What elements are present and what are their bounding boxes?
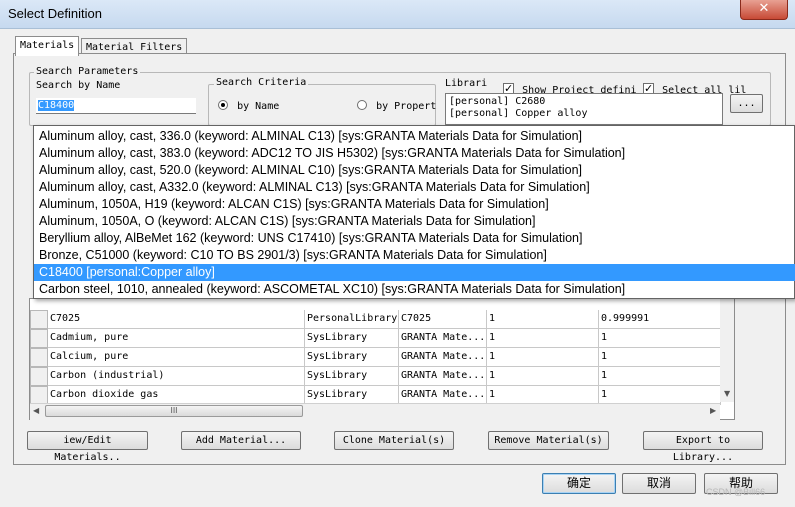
ok-button[interactable]: 确定 (542, 473, 616, 494)
search-name-value: C18400 (38, 100, 75, 111)
dropdown-option[interactable]: Aluminum alloy, cast, 520.0 (keyword: AL… (39, 162, 791, 179)
dropdown-option[interactable]: Beryllium alloy, AlBeMet 162 (keyword: U… (39, 230, 791, 247)
tab-material-filters-label: Material Filters (86, 42, 183, 53)
tab-materials-label: Materials (20, 40, 75, 51)
by-property-radio[interactable]: by Propert (357, 94, 436, 113)
table-cell[interactable]: GRANTA Mate... (399, 348, 487, 367)
scroll-left-icon[interactable]: ◀ (33, 406, 39, 415)
table-cell[interactable]: 1 (487, 329, 599, 348)
scroll-thumb[interactable]: III (45, 405, 303, 417)
scroll-down-icon[interactable]: ▼ (724, 389, 730, 398)
dropdown-option[interactable]: Aluminum alloy, cast, A332.0 (keyword: A… (39, 179, 791, 196)
libraries-label: Librari (445, 78, 488, 89)
row-header[interactable] (30, 310, 48, 329)
dropdown-option[interactable]: C18400 [personal:Copper alloy] (34, 264, 795, 281)
cancel-button[interactable]: 取消 (622, 473, 696, 494)
scroll-grip-icon: III (170, 406, 178, 415)
search-parameters-legend: Search Parameters (34, 66, 141, 77)
add-material-button[interactable]: Add Material... (181, 431, 301, 450)
tab-materials[interactable]: Materials (15, 36, 80, 56)
library-item[interactable]: [personal] C2680 (449, 96, 545, 107)
search-name-input[interactable]: C18400 (36, 98, 196, 114)
row-header[interactable] (30, 348, 48, 367)
table-cell[interactable]: SysLibrary (305, 367, 399, 386)
title-bar (0, 0, 795, 29)
table-cell[interactable]: 0.999991 (599, 310, 721, 329)
table-cell[interactable]: SysLibrary (305, 348, 399, 367)
dropdown-option[interactable]: Aluminum, 1050A, H19 (keyword: ALCAN C1S… (39, 196, 791, 213)
clone-materials-button[interactable]: Clone Material(s) (334, 431, 454, 450)
table-cell[interactable]: 1 (599, 348, 721, 367)
table-cell[interactable]: 1 (487, 310, 599, 329)
radio-empty-icon (357, 100, 367, 110)
dropdown-option[interactable]: Aluminum alloy, cast, 383.0 (keyword: AD… (39, 145, 791, 162)
table-cell[interactable]: PersonalLibrary (305, 310, 399, 329)
libraries-list[interactable]: [personal] C2680 [personal] Copper alloy (445, 93, 723, 125)
table-vertical-scrollbar[interactable] (720, 299, 734, 402)
view-edit-materials-button[interactable]: iew/Edit Materials.. (27, 431, 148, 463)
window-title: Select Definition (8, 6, 102, 21)
row-header[interactable] (30, 367, 48, 386)
browse-libraries-button[interactable]: ... (730, 94, 763, 113)
close-icon: ✕ (758, 1, 770, 16)
radio-selected-icon (218, 100, 228, 110)
row-header[interactable] (30, 329, 48, 348)
table-cell[interactable]: Carbon (industrial) (48, 367, 305, 386)
remove-materials-button[interactable]: Remove Material(s) (488, 431, 609, 450)
close-button[interactable]: ✕ (740, 0, 788, 20)
table-cell[interactable]: C7025 (48, 310, 305, 329)
scroll-right-icon[interactable]: ▶ (710, 406, 716, 415)
dropdown-option[interactable]: Aluminum, 1050A, O (keyword: ALCAN C1S) … (39, 213, 791, 230)
export-to-library-button[interactable]: Export to Library... (643, 431, 763, 463)
table-cell[interactable]: C7025 (399, 310, 487, 329)
dropdown-option[interactable]: Bronze, C51000 (keyword: C10 TO BS 2901/… (39, 247, 791, 264)
table-cell[interactable]: 1 (599, 329, 721, 348)
dropdown-option[interactable]: Carbon steel, 1010, annealed (keyword: A… (39, 281, 791, 298)
table-cell[interactable]: Cadmium, pure (48, 329, 305, 348)
table-cell[interactable]: 1 (487, 367, 599, 386)
library-item[interactable]: [personal] Copper alloy (449, 108, 587, 119)
watermark: CSDN @Bill66 (706, 487, 766, 497)
by-name-radio[interactable]: by Name (218, 94, 279, 113)
search-criteria-legend: Search Criteria (214, 77, 309, 88)
table-cell[interactable]: 1 (487, 348, 599, 367)
autocomplete-dropdown[interactable]: Aluminum alloy, cast, 336.0 (keyword: AL… (33, 125, 795, 299)
dropdown-option[interactable]: Aluminum alloy, cast, 336.0 (keyword: AL… (39, 128, 791, 145)
table-cell[interactable]: GRANTA Mate... (399, 367, 487, 386)
table-cell[interactable]: SysLibrary (305, 329, 399, 348)
table-cell[interactable]: 1 (599, 367, 721, 386)
table-cell[interactable]: Calcium, pure (48, 348, 305, 367)
by-property-label: by Propert (376, 101, 437, 112)
search-by-name-label: Search by Name (36, 80, 121, 91)
table-cell[interactable]: GRANTA Mate... (399, 329, 487, 348)
by-name-label: by Name (237, 101, 280, 112)
